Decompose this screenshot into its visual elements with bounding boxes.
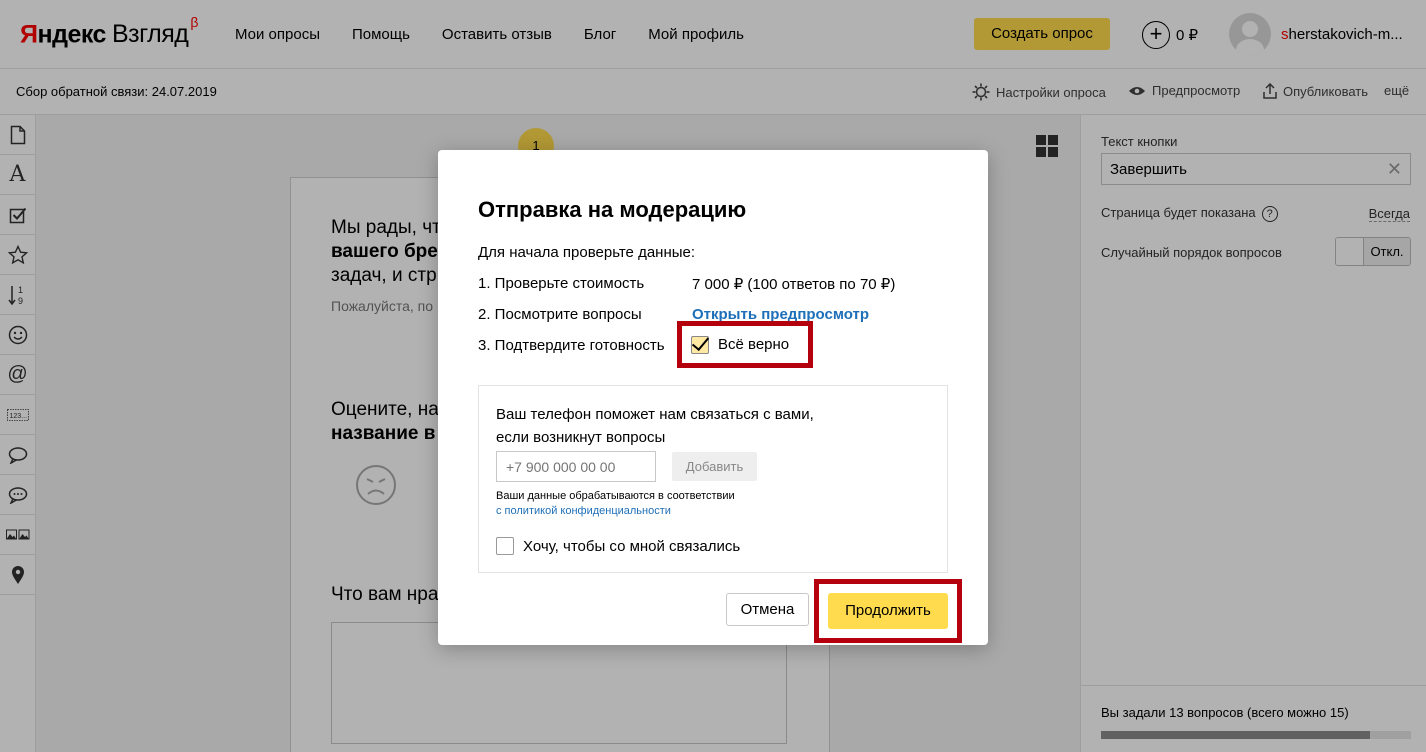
dialog-intro: Для начала проверьте данные: [478, 244, 696, 261]
add-phone-button[interactable]: Добавить [672, 452, 757, 481]
cancel-button[interactable]: Отмена [726, 593, 809, 626]
contact-me-box[interactable] [496, 537, 514, 555]
phone-description-line-1: Ваш телефон поможет нам связаться с вами… [496, 406, 814, 423]
moderation-dialog: Отправка на модерацию Для начала проверь… [438, 150, 988, 645]
privacy-policy-link[interactable]: с политикой конфиденциальности [496, 505, 671, 517]
contact-me-label: Хочу, чтобы со мной связались [523, 537, 741, 555]
step-3-label: 3. Подтвердите готовность [478, 337, 665, 354]
phone-input[interactable] [496, 451, 656, 482]
privacy-note-text: Ваши данные обрабатываются в соответстви… [496, 490, 735, 502]
step-1-cost: 7 000 ₽ (100 ответов по 70 ₽) [692, 276, 896, 293]
continue-button[interactable]: Продолжить [828, 593, 948, 629]
step-2-label: 2. Посмотрите вопросы [478, 306, 642, 323]
contact-me-checkbox[interactable]: Хочу, чтобы со мной связались [496, 537, 740, 555]
all-correct-check-mark[interactable] [691, 335, 709, 354]
dialog-title: Отправка на модерацию [478, 197, 747, 222]
continue-highlight: Продолжить [814, 579, 962, 643]
phone-section: Ваш телефон поможет нам связаться с вами… [478, 385, 948, 573]
phone-description-line-2: если возникнут вопросы [496, 429, 666, 446]
all-correct-label: Всё верно [718, 336, 790, 353]
step-1-label: 1. Проверьте стоимость [478, 275, 645, 292]
phone-description: Ваш телефон поможет нам связаться с вами… [496, 403, 814, 449]
all-correct-checkbox[interactable]: Всё верно [677, 321, 813, 368]
privacy-note: Ваши данные обрабатываются в соответстви… [496, 489, 735, 519]
